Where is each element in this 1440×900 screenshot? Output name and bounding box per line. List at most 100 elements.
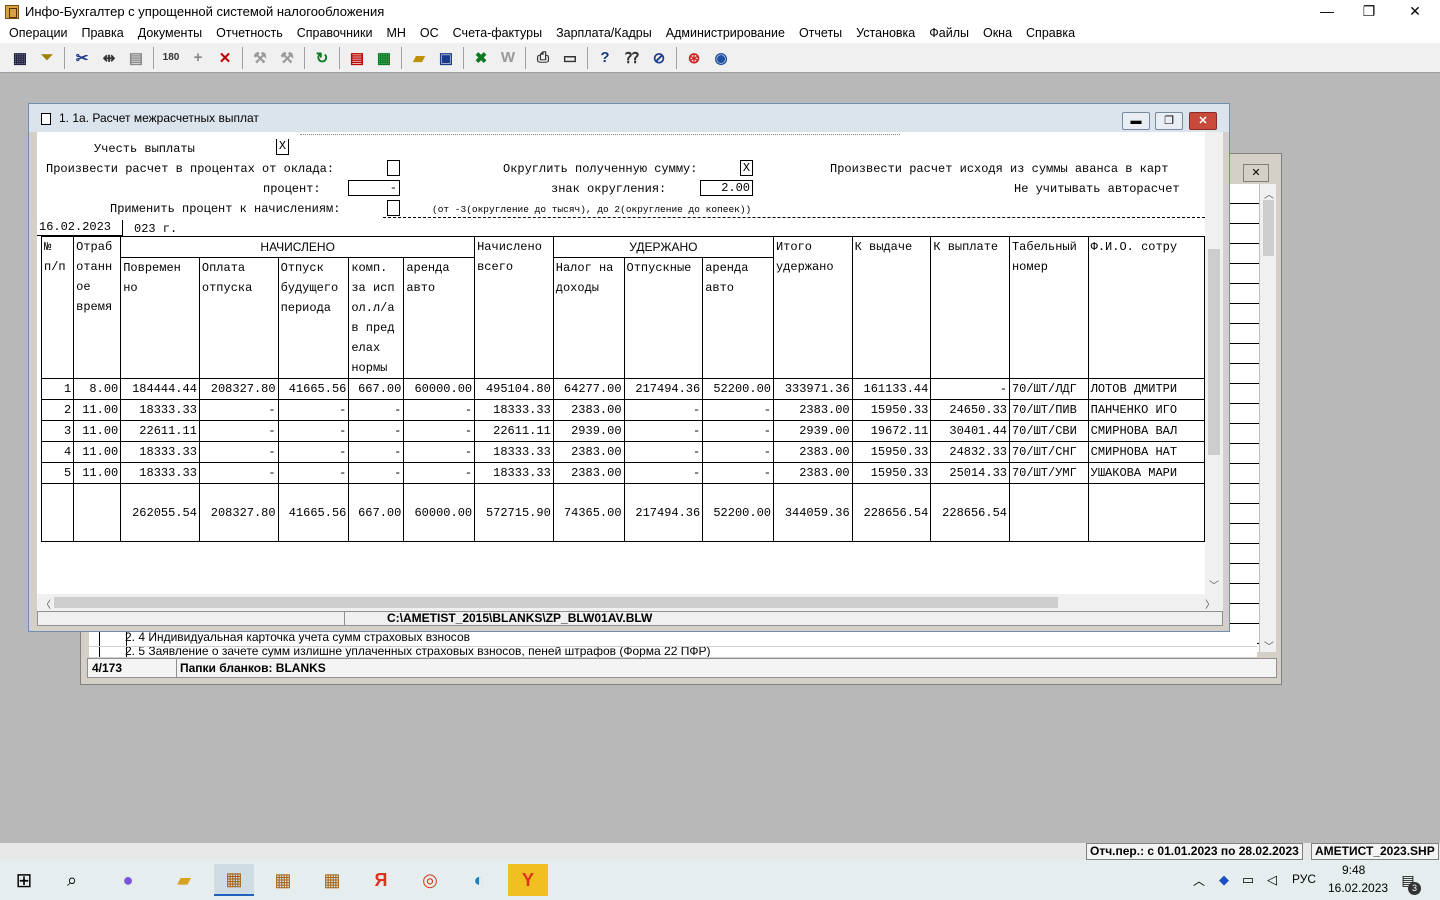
chevron-up-icon[interactable]: ︿: [1186, 864, 1212, 896]
window-close-button[interactable]: ✕: [1189, 112, 1217, 130]
table-cell[interactable]: -: [348, 462, 405, 484]
table-cell[interactable]: 41665.56: [277, 378, 350, 400]
grid-icon[interactable]: ▦: [8, 46, 32, 70]
percent-field[interactable]: -: [348, 180, 400, 196]
table-cell[interactable]: -: [623, 441, 704, 463]
compass-icon[interactable]: ⊘: [647, 46, 671, 70]
table-cell[interactable]: 333971.36: [772, 378, 853, 400]
minimize-button[interactable]: —: [1304, 0, 1350, 23]
menu-admin[interactable]: Администрирование: [659, 26, 792, 40]
menu-edit[interactable]: Правка: [74, 26, 130, 40]
table-cell[interactable]: -: [348, 399, 405, 421]
search-icon[interactable]: ⌕: [52, 864, 92, 896]
table-cell[interactable]: 64277.00: [552, 378, 625, 400]
table-cell[interactable]: 5: [40, 462, 75, 484]
table-cell[interactable]: 19672.11: [851, 420, 932, 442]
windows-start-icon[interactable]: ⊞: [4, 864, 44, 896]
word-icon[interactable]: W: [496, 46, 520, 70]
table-cell[interactable]: 667.00: [348, 378, 405, 400]
close-button[interactable]: ✕: [1392, 0, 1438, 23]
table-cell[interactable]: СМИРНОВА ВАЛ: [1087, 420, 1205, 442]
add-icon[interactable]: +: [186, 46, 210, 70]
accountant-app-icon[interactable]: ▦: [214, 864, 254, 896]
accountant-app2-icon[interactable]: ▦: [263, 864, 303, 896]
table-cell[interactable]: -: [702, 441, 774, 463]
menu-salary[interactable]: Зарплата/Кадры: [549, 26, 659, 40]
table-cell[interactable]: 2383.00: [552, 462, 625, 484]
menu-files[interactable]: Файлы: [922, 26, 976, 40]
table-cell[interactable]: -: [198, 420, 279, 442]
vertical-scrollbar[interactable]: ﹀: [1205, 132, 1223, 594]
table-cell[interactable]: 217494.36: [623, 378, 704, 400]
table-cell[interactable]: 2383.00: [552, 441, 625, 463]
table-icon[interactable]: ▦: [372, 46, 396, 70]
table-cell[interactable]: 22611.11: [120, 420, 200, 442]
table-cell[interactable]: 70/ШТ/ПИВ: [1008, 399, 1089, 421]
menu-mn[interactable]: МН: [379, 26, 412, 40]
table-cell[interactable]: 30401.44: [930, 420, 1010, 442]
table-cell[interactable]: 2383.00: [772, 399, 853, 421]
table-cell[interactable]: 11.00: [73, 441, 122, 463]
table-cell[interactable]: 8.00: [73, 378, 122, 400]
table-cell[interactable]: ЛОТОВ ДМИТРИ: [1087, 378, 1205, 400]
paste-icon[interactable]: ▤: [124, 46, 148, 70]
table-cell[interactable]: 161133.44: [851, 378, 932, 400]
pay-checkbox[interactable]: X: [276, 139, 289, 155]
table-row[interactable]: 3 11.00 22611.11- - - -22611.11 2939.00- -2939.…: [40, 420, 1205, 442]
pdf-icon[interactable]: ▤: [345, 46, 369, 70]
table-cell[interactable]: 2383.00: [772, 462, 853, 484]
table-cell[interactable]: 22611.11: [474, 420, 554, 442]
round-sign-field[interactable]: 2.00: [700, 180, 753, 196]
table-cell[interactable]: 70/ШТ/СВИ: [1008, 420, 1089, 442]
scroll-right-icon[interactable]: 〉: [1205, 596, 1215, 611]
tool-icon[interactable]: ⚒: [248, 46, 272, 70]
print-icon[interactable]: ⎙: [531, 46, 555, 70]
refresh-icon[interactable]: ↻: [310, 46, 334, 70]
table-cell[interactable]: 60000.00: [403, 378, 476, 400]
calc-window[interactable]: 1. 1а. Расчет межрасчетных выплат ▬ ❐ ✕ …: [28, 103, 1230, 632]
table-cell[interactable]: -: [403, 399, 476, 421]
table-cell[interactable]: -: [277, 462, 350, 484]
scroll-down-icon[interactable]: ﹀: [1209, 577, 1219, 592]
horizontal-scrollbar[interactable]: 〈 〉: [37, 594, 1223, 611]
menu-windows[interactable]: Окна: [976, 26, 1019, 40]
table-cell[interactable]: -: [930, 378, 1010, 400]
table-cell[interactable]: -: [403, 441, 476, 463]
table-cell[interactable]: 70/ШТ/СНГ: [1008, 441, 1089, 463]
menu-documents[interactable]: Документы: [131, 26, 209, 40]
language-indicator[interactable]: РУС: [1292, 872, 1316, 886]
table-cell[interactable]: 70/ШТ/УМГ: [1008, 462, 1089, 484]
network-icon[interactable]: ▭: [1236, 864, 1260, 896]
table-cell[interactable]: -: [277, 441, 350, 463]
table-cell[interactable]: 15950.33: [851, 441, 932, 463]
scroll-thumb[interactable]: [1208, 249, 1220, 455]
tool2-icon[interactable]: ⚒: [275, 46, 299, 70]
table-cell[interactable]: -: [702, 420, 774, 442]
apply-pct-checkbox[interactable]: [387, 200, 400, 216]
globe-icon[interactable]: ◉: [709, 46, 733, 70]
table-cell[interactable]: -: [403, 420, 476, 442]
help-icon[interactable]: ?: [593, 46, 617, 70]
menu-invoices[interactable]: Счета-фактуры: [446, 26, 549, 40]
table-cell[interactable]: 11.00: [73, 399, 122, 421]
table-cell[interactable]: 18333.33: [474, 462, 554, 484]
table-cell[interactable]: -: [198, 441, 279, 463]
table-cell[interactable]: -: [702, 462, 774, 484]
table-cell[interactable]: 24650.33: [930, 399, 1010, 421]
lifebuoy-icon[interactable]: ⊛: [682, 46, 706, 70]
hscroll-thumb[interactable]: [54, 597, 1058, 608]
table-cell[interactable]: -: [623, 462, 704, 484]
table-cell[interactable]: 52200.00: [702, 378, 774, 400]
table-cell[interactable]: 18333.33: [120, 462, 200, 484]
yandex-icon[interactable]: Я: [361, 864, 401, 896]
table-cell[interactable]: СМИРНОВА НАТ: [1087, 441, 1205, 463]
table-cell[interactable]: -: [277, 420, 350, 442]
move-icon[interactable]: ⇹: [97, 46, 121, 70]
clock-time[interactable]: 9:48: [1342, 863, 1365, 877]
maximize-button[interactable]: ❐: [1346, 0, 1392, 23]
accountant-app3-icon[interactable]: ▦: [312, 864, 352, 896]
cut-icon[interactable]: ✂: [70, 46, 94, 70]
tray-app-icon[interactable]: ◆: [1212, 864, 1236, 896]
table-cell[interactable]: -: [403, 462, 476, 484]
table-cell[interactable]: -: [198, 399, 279, 421]
